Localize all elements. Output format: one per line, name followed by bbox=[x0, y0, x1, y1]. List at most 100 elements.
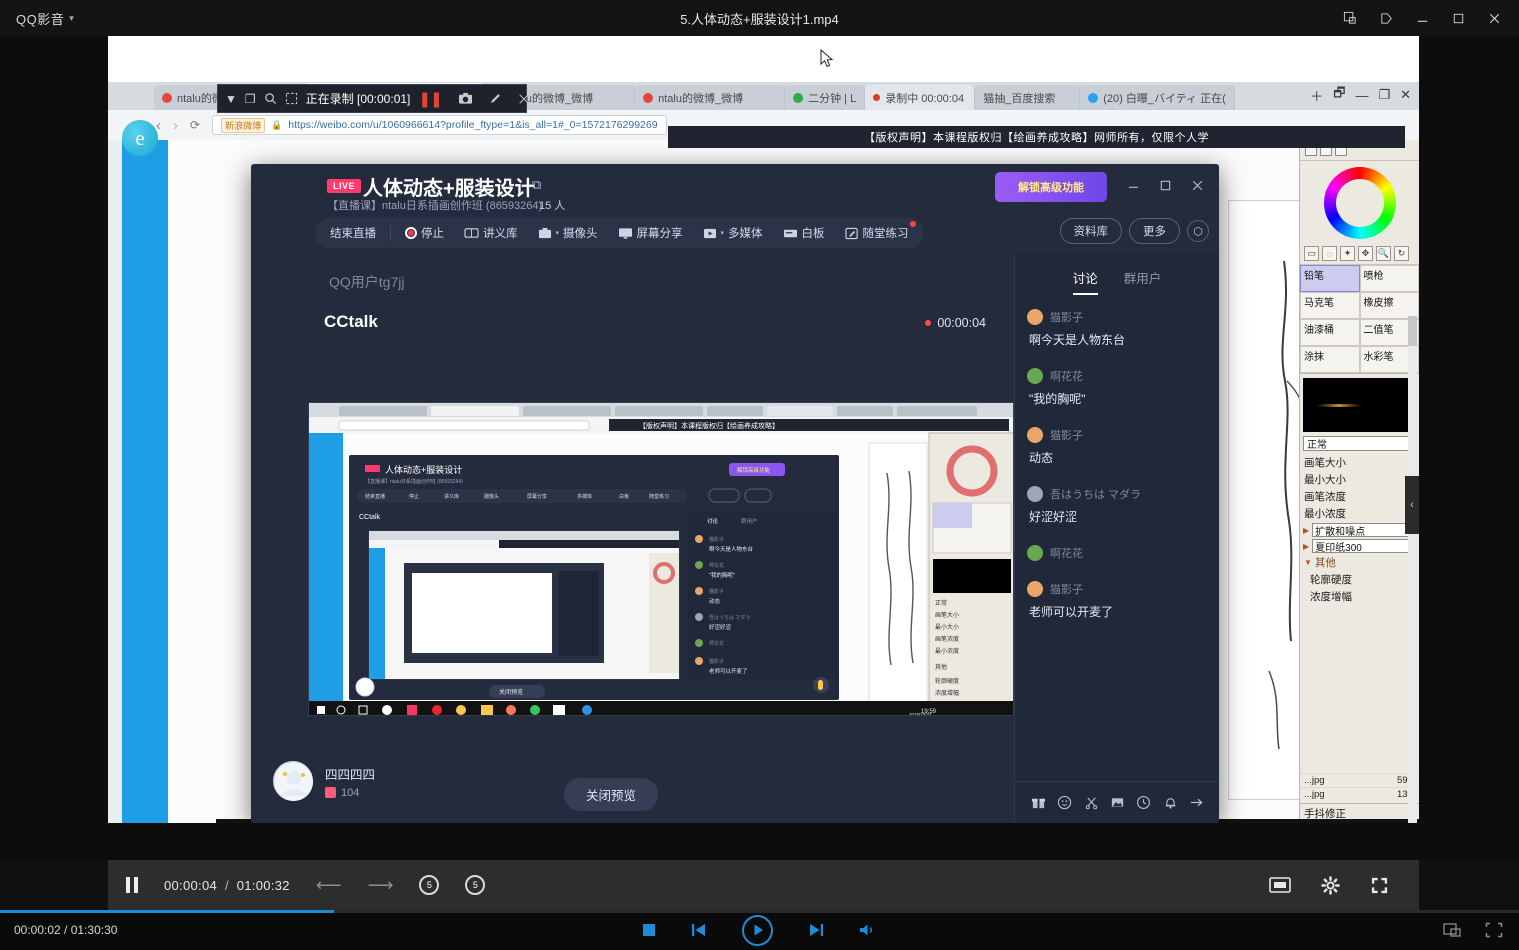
next-button[interactable] bbox=[808, 923, 824, 937]
forward-5s-button[interactable]: 5 bbox=[465, 875, 485, 895]
avatar[interactable] bbox=[1027, 486, 1043, 502]
browser-tab[interactable]: 二分钟 | L bbox=[785, 85, 865, 110]
brush-marker[interactable]: 马克笔 bbox=[1300, 292, 1360, 319]
settings-gear-icon[interactable]: ⬡ bbox=[1187, 220, 1209, 242]
brush-bucket[interactable]: 油漆桶 bbox=[1300, 319, 1360, 346]
avatar[interactable] bbox=[1027, 368, 1043, 384]
play-button[interactable] bbox=[742, 915, 773, 946]
camera-icon[interactable] bbox=[458, 91, 473, 106]
avatar[interactable] bbox=[273, 761, 313, 801]
address-bar[interactable]: 新浪微博 🔒 https://weibo.com/u/1060966614?pr… bbox=[212, 115, 667, 135]
brush-eraser[interactable]: 橡皮擦 bbox=[1360, 292, 1420, 319]
unlock-premium-button[interactable]: 解锁高级功能 bbox=[995, 172, 1107, 202]
param-brush-size[interactable]: 画笔大小 bbox=[1300, 454, 1419, 471]
exercise-button[interactable]: 随堂练习 bbox=[836, 221, 918, 245]
avatar[interactable] bbox=[1027, 427, 1043, 443]
close-icon[interactable]: ✕ bbox=[1400, 87, 1411, 103]
param-min-density[interactable]: 最小浓度 bbox=[1300, 505, 1419, 522]
list-item[interactable]: ...jpg 13% bbox=[1300, 787, 1419, 801]
scissors-icon[interactable] bbox=[1084, 795, 1099, 810]
progress-bar[interactable] bbox=[0, 910, 1519, 913]
wand-icon[interactable]: ✦ bbox=[1340, 246, 1355, 261]
pause-button[interactable] bbox=[126, 877, 138, 893]
library-pill[interactable]: 资料库 bbox=[1060, 218, 1123, 244]
chevron-down-icon[interactable]: ▼ bbox=[225, 91, 237, 106]
tab-discussion[interactable]: 讨论 bbox=[1073, 268, 1098, 295]
restore-down-icon[interactable] bbox=[1333, 3, 1367, 33]
param-edge-hardness[interactable]: 轮廓硬度 bbox=[1300, 571, 1419, 588]
brush-smudge[interactable]: 涂抹 bbox=[1300, 346, 1360, 373]
param-density-boost[interactable]: 浓度增幅 bbox=[1300, 588, 1419, 605]
page-scrollbar[interactable] bbox=[1408, 316, 1417, 823]
screen-share-preview[interactable]: 【版权声明】本课程版权归【绘画养成攻略】 正常画笔大小 最小大小画 bbox=[308, 402, 1014, 716]
avatar[interactable] bbox=[1027, 545, 1043, 561]
multimedia-button[interactable]: ▾ 多媒体 bbox=[694, 221, 772, 245]
settings-gear-icon[interactable] bbox=[1321, 876, 1340, 895]
chevron-down-icon[interactable]: ▾ bbox=[69, 13, 74, 24]
pen-icon[interactable] bbox=[489, 91, 502, 106]
region-select-icon[interactable] bbox=[285, 91, 298, 106]
new-tab-icon[interactable]: ＋ bbox=[1310, 86, 1323, 105]
close-icon[interactable] bbox=[1477, 3, 1511, 33]
minimize-icon[interactable]: — bbox=[1355, 88, 1368, 103]
rewind-5s-button[interactable]: 5 bbox=[419, 875, 439, 895]
browser-tab[interactable]: 猫抽_百度搜索 bbox=[975, 85, 1080, 110]
group-diffusion[interactable]: ▶ 扩散和噪点 bbox=[1300, 522, 1419, 538]
color-wheel-icon[interactable] bbox=[1324, 167, 1396, 239]
chevron-down-icon[interactable]: ▼ bbox=[1304, 558, 1312, 567]
sidebar-collapse-handle[interactable]: ‹ bbox=[1405, 476, 1419, 534]
fullscreen-icon[interactable] bbox=[1370, 876, 1389, 895]
maximize-icon[interactable]: ❐ bbox=[1378, 87, 1390, 103]
player-brand[interactable]: QQ影音 ▾ bbox=[0, 9, 74, 28]
maximize-icon[interactable] bbox=[1151, 172, 1179, 198]
maximize-icon[interactable] bbox=[1441, 3, 1475, 33]
avatar[interactable] bbox=[1027, 309, 1043, 325]
stop-button[interactable] bbox=[642, 923, 656, 937]
brush-airbrush[interactable]: 喷枪 bbox=[1360, 265, 1420, 292]
avatar[interactable] bbox=[1027, 581, 1043, 597]
whiteboard-button[interactable]: 白板 bbox=[774, 221, 834, 245]
chevron-right-icon[interactable]: ▶ bbox=[1303, 542, 1309, 551]
external-link-icon[interactable]: ⧉ bbox=[532, 177, 541, 193]
browser-tab[interactable]: 录制中 00:00:04 bbox=[865, 85, 975, 110]
brush-pencil[interactable]: 铅笔 bbox=[1300, 265, 1360, 292]
move-icon[interactable]: ✥ bbox=[1358, 246, 1373, 261]
volume-button[interactable] bbox=[859, 923, 877, 937]
zoom-icon[interactable]: 🔍 bbox=[1376, 246, 1391, 261]
previous-file-button[interactable]: ⟵ bbox=[316, 875, 342, 896]
close-preview-button[interactable]: 关闭预览 bbox=[564, 778, 658, 811]
bell-icon[interactable] bbox=[1163, 795, 1178, 810]
image-icon[interactable] bbox=[1110, 795, 1125, 810]
list-item[interactable]: ...jpg 59% bbox=[1300, 773, 1419, 787]
end-live-button[interactable]: 结束直播 bbox=[321, 221, 385, 245]
more-pill[interactable]: 更多 bbox=[1129, 218, 1180, 244]
screen-share-button[interactable]: 屏幕分享 bbox=[609, 221, 692, 245]
clock-icon[interactable] bbox=[1136, 795, 1151, 810]
group-other[interactable]: ▼ 其他 bbox=[1300, 554, 1419, 571]
screen-mode-icon[interactable] bbox=[1269, 877, 1291, 893]
tab-group-users[interactable]: 群用户 bbox=[1124, 268, 1162, 295]
close-icon[interactable] bbox=[518, 91, 530, 106]
rectangle-select-icon[interactable]: ▭ bbox=[1304, 246, 1319, 261]
previous-button[interactable] bbox=[691, 923, 707, 937]
param-min-size[interactable]: 最小大小 bbox=[1300, 471, 1419, 488]
close-icon[interactable] bbox=[1183, 172, 1211, 198]
param-brush-density[interactable]: 画笔浓度 bbox=[1300, 488, 1419, 505]
stop-button[interactable]: 停止 bbox=[396, 221, 453, 245]
pause-recording-button[interactable]: ❚❚ bbox=[418, 90, 441, 108]
minimize-icon[interactable] bbox=[1119, 172, 1147, 198]
refresh-icon[interactable]: ⟳ bbox=[190, 118, 200, 132]
window-select-icon[interactable]: ❐ bbox=[245, 91, 256, 106]
browser-tab[interactable]: ntalu的微博_微博 bbox=[635, 85, 785, 110]
next-file-button[interactable]: ⟶ bbox=[368, 875, 394, 896]
browser-tab[interactable]: (20) 白曝_バイティ 正在( bbox=[1080, 85, 1235, 110]
chat-message-list[interactable]: 猫影子 啊今天是人物东台 啊花花 "我的胸呢" bbox=[1015, 303, 1219, 769]
tab-list-icon[interactable]: 🗗 bbox=[1333, 84, 1345, 106]
camera-button[interactable]: ▾ 摄像头 bbox=[529, 221, 607, 245]
send-icon[interactable] bbox=[1189, 795, 1204, 810]
rotate-icon[interactable]: ↻ bbox=[1394, 246, 1409, 261]
search-icon[interactable] bbox=[264, 91, 277, 106]
chevron-right-icon[interactable]: ▶ bbox=[1303, 526, 1309, 535]
group-paper[interactable]: ▶ 夏印纸300 bbox=[1300, 538, 1419, 554]
lasso-icon[interactable]: ◌ bbox=[1322, 246, 1337, 261]
